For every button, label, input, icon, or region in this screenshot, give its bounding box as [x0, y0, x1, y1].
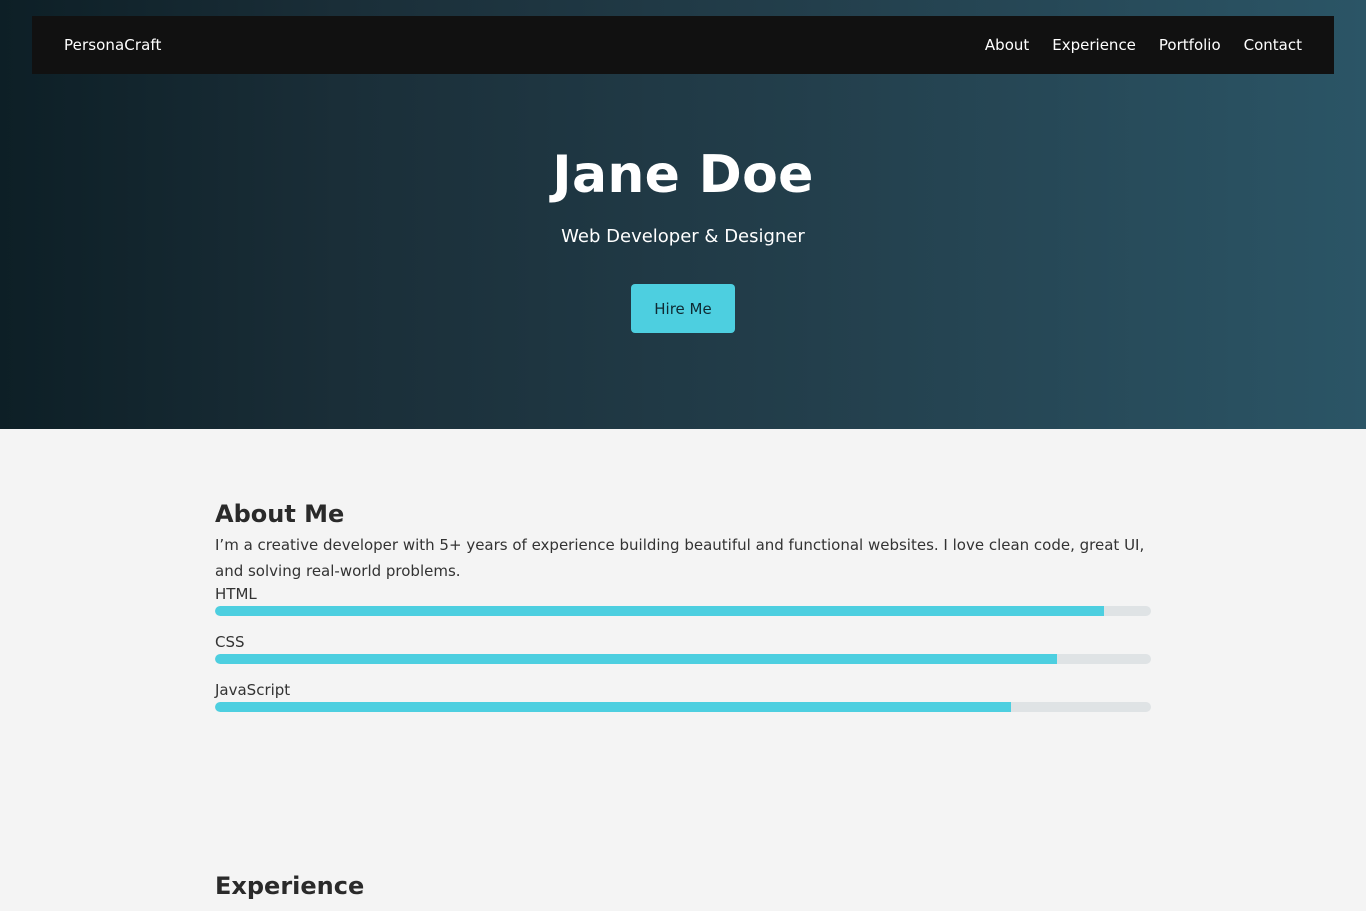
about-title: About Me	[215, 500, 345, 528]
nav-link-contact[interactable]: Contact	[1244, 36, 1302, 54]
skill-progress-bar	[215, 702, 1151, 712]
skill-progress-fill	[215, 654, 1058, 664]
about-section: About Me I’m a creative developer with 5…	[215, 498, 1151, 712]
skill-progress-fill	[215, 606, 1105, 616]
nav-link-experience[interactable]: Experience	[1052, 36, 1136, 54]
skill-css: CSS	[215, 632, 1151, 664]
hero-section: PersonaCraft About Experience Portfolio …	[0, 0, 1366, 429]
skill-progress-bar	[215, 606, 1151, 616]
skill-label: JavaScript	[215, 681, 291, 699]
hero-content: Jane Doe Web Developer & Designer Hire M…	[0, 138, 1366, 333]
navbar: PersonaCraft About Experience Portfolio …	[32, 16, 1334, 74]
nav-link-about[interactable]: About	[985, 36, 1029, 54]
experience-section: Experience	[215, 870, 364, 902]
skill-label: HTML	[215, 585, 257, 603]
skill-html: HTML	[215, 584, 1151, 616]
hero-subtitle: Web Developer & Designer	[561, 226, 805, 247]
skill-progress-bar	[215, 654, 1151, 664]
experience-title: Experience	[215, 872, 365, 900]
hero-title: Jane Doe	[552, 145, 814, 205]
brand-logo[interactable]: PersonaCraft	[64, 36, 162, 54]
skill-progress-fill	[215, 702, 1011, 712]
nav-links: About Experience Portfolio Contact	[985, 36, 1302, 54]
skill-label: CSS	[215, 633, 245, 651]
about-text: I’m a creative developer with 5+ years o…	[215, 536, 1145, 580]
hire-me-button[interactable]: Hire Me	[631, 284, 735, 333]
nav-link-portfolio[interactable]: Portfolio	[1159, 36, 1221, 54]
skill-javascript: JavaScript	[215, 680, 1151, 712]
